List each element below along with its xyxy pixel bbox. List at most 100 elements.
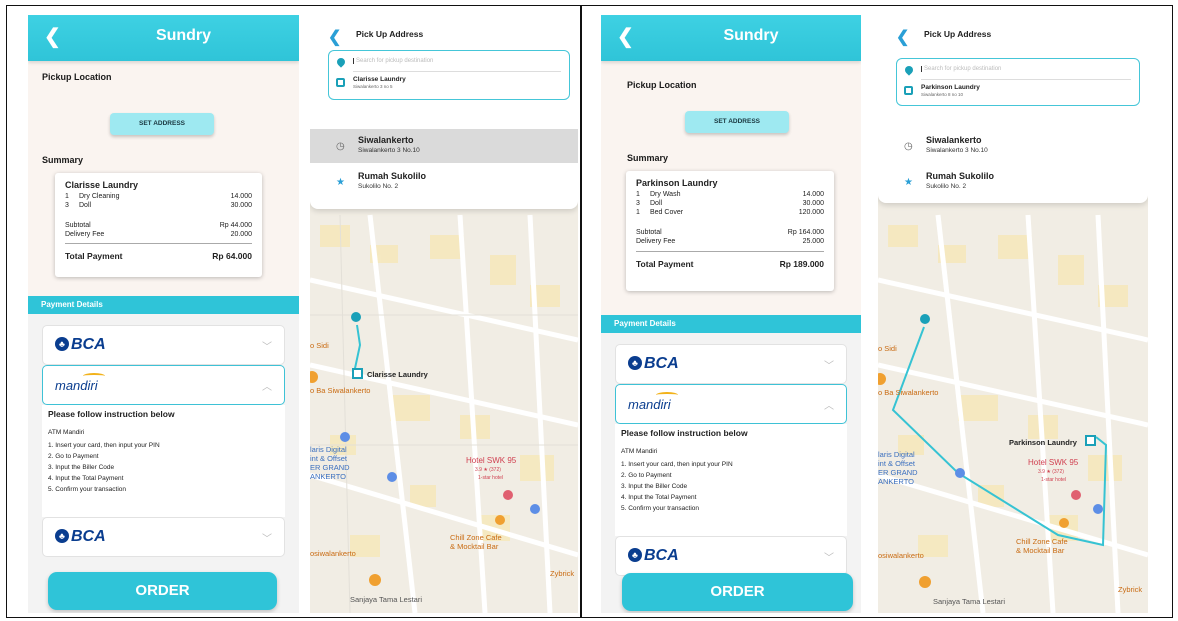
- suggestion-name: Siwalankerto: [358, 135, 414, 145]
- suggestion-address: Siwalankerto 3 No.10: [926, 147, 988, 154]
- back-arrow-icon[interactable]: ❮: [328, 27, 341, 47]
- map-label: Sanjaya Tama Lestari: [933, 597, 1005, 606]
- bank-option-mandiri[interactable]: mandiri ︿: [42, 365, 285, 405]
- instruction-step: 2. Go to Payment: [621, 472, 672, 479]
- shop-name: Clarisse Laundry: [65, 180, 139, 190]
- summary-card: Clarisse Laundry 1 Dry Cleaning 14.000 3 Do…: [55, 173, 262, 277]
- bca-logo: ♣ BCA: [628, 547, 679, 565]
- payment-details-bar: Payment Details: [28, 296, 299, 314]
- suggestion-address: Sukolilo No. 2: [926, 183, 967, 190]
- search-box[interactable]: Search for pickup destination Parkinson …: [896, 58, 1140, 106]
- map-label: Zybrick: [550, 569, 575, 578]
- total-payment-row: Total Payment Rp 64.000: [65, 251, 252, 261]
- app-header: ❮ Sundry: [28, 15, 299, 61]
- map-label: o Ba Siwalankerto: [310, 386, 371, 395]
- bca-logo: ♣ BCA: [628, 355, 679, 373]
- set-address-button[interactable]: SET ADDRESS: [110, 113, 214, 135]
- page-title: Pick Up Address: [924, 29, 992, 39]
- figure-divider: [580, 5, 582, 618]
- summary-label: Summary: [627, 153, 669, 163]
- bank-option-mandiri[interactable]: mandiri ︿: [615, 384, 847, 424]
- payment-instructions: Please follow instruction below ATM Mand…: [615, 424, 847, 536]
- instruction-step: 4. Input the Total Payment: [48, 475, 124, 482]
- suggestion-address: Sukolilo No. 2: [358, 183, 399, 190]
- map-label: laris Digital int & Offset ER GRAND ANKE…: [310, 445, 350, 481]
- search-box[interactable]: Search for pickup destination Clarisse L…: [328, 50, 570, 100]
- bank-option-bca[interactable]: ♣ BCA ﹀: [615, 536, 847, 576]
- instruction-step: 5. Confirm your transaction: [621, 505, 700, 512]
- search-input[interactable]: Search for pickup destination: [353, 58, 433, 64]
- instruction-step: 1. Insert your card, then input your PIN: [621, 461, 733, 468]
- bank-option-bca[interactable]: ♣ BCA ﹀: [615, 344, 847, 384]
- instructions-atm: ATM Mandiri: [48, 429, 85, 436]
- instruction-step: 3. Input the Biller Code: [621, 483, 688, 490]
- address-panel: ❮ Pick Up Address Search for pickup dest…: [878, 15, 1148, 203]
- bca-logo: ♣ BCA: [55, 528, 106, 546]
- chevron-down-icon: ﹀: [824, 361, 834, 372]
- back-arrow-icon[interactable]: ❮: [896, 27, 909, 47]
- instructions-heading: Please follow instruction below: [48, 409, 175, 419]
- divider: [65, 243, 252, 244]
- map-label: Hotel SWK 95: [1028, 458, 1079, 467]
- bank-option-bca[interactable]: ♣ BCA ﹀: [42, 517, 285, 557]
- order-item: 3 Doll 30.000: [65, 202, 252, 209]
- map-label: osiwalankerto: [878, 551, 924, 560]
- map-label: 1-star hotel: [1041, 477, 1067, 483]
- pickup-map-screen-1: Clarisse Laundry o Sidi o Ba Siwalankert…: [310, 15, 578, 613]
- mandiri-logo: mandiri: [55, 378, 98, 393]
- map-label: Zybrick: [1118, 585, 1143, 594]
- search-input[interactable]: Search for pickup destination: [921, 66, 1001, 72]
- instructions-atm: ATM Mandiri: [621, 448, 658, 455]
- suggestion-item[interactable]: ◷ Siwalankerto Siwalankerto 3 No.10: [310, 129, 578, 163]
- map-label: o Sidi: [310, 341, 329, 350]
- mandiri-logo: mandiri: [628, 397, 671, 412]
- map-label: Sanjaya Tama Lestari: [350, 595, 422, 604]
- pickup-location-label: Pickup Location: [627, 80, 697, 90]
- destination-icon: [904, 86, 913, 95]
- suggestion-address: Siwalankerto 3 No.10: [358, 147, 420, 154]
- address-panel: ❮ Pick Up Address Search for pickup dest…: [310, 15, 578, 209]
- location-pin-icon: [335, 56, 347, 68]
- divider: [921, 79, 1131, 80]
- map-marker-label: Parkinson Laundry: [1009, 438, 1077, 447]
- star-icon: ★: [904, 177, 913, 188]
- delivery-fee-row: Delivery Fee 25.000: [636, 238, 824, 245]
- bank-option-bca[interactable]: ♣ BCA ﹀: [42, 325, 285, 365]
- shop-name: Parkinson Laundry: [636, 178, 718, 188]
- payment-panel: ♣ BCA ﹀ mandiri ︿ Please follow instructi…: [601, 333, 861, 613]
- map-label: osiwalankerto: [310, 549, 356, 558]
- bca-logo: ♣ BCA: [55, 336, 106, 354]
- clock-icon: ◷: [904, 141, 913, 152]
- checkout-screen-2: ❮ Sundry Pickup Location SET ADDRESS Sum…: [601, 15, 861, 613]
- map-label: 1-star hotel: [478, 475, 504, 481]
- header-title: Sundry: [155, 27, 212, 44]
- set-address-button[interactable]: SET ADDRESS: [685, 111, 789, 133]
- order-item: 1 Bed Cover 120.000: [636, 209, 824, 216]
- map-label: laris Digital int & Offset ER GRAND ANKE…: [878, 450, 918, 486]
- page-title: Pick Up Address: [356, 29, 424, 39]
- instruction-step: 3. Input the Biller Code: [48, 464, 115, 471]
- order-button[interactable]: ORDER: [622, 573, 853, 611]
- checkout-screen-1: ❮ Sundry Pickup Location SET ADDRESS Sum…: [28, 15, 299, 613]
- destination-icon: [336, 78, 345, 87]
- pickup-location-label: Pickup Location: [42, 72, 112, 82]
- chevron-down-icon: ﹀: [262, 534, 272, 545]
- instruction-step: 1. Insert your card, then input your PIN: [48, 442, 160, 449]
- subtotal-row: Subtotal Rp 164.000: [636, 229, 824, 236]
- map-label: 3.9 ★ (372): [1038, 469, 1064, 475]
- divider: [636, 251, 824, 252]
- chevron-down-icon: ﹀: [262, 342, 272, 353]
- order-button[interactable]: ORDER: [48, 572, 277, 610]
- map-label: 3.9 ★ (372): [475, 467, 501, 473]
- app-header: ❮ Sundry: [601, 15, 861, 61]
- chevron-down-icon: ﹀: [824, 553, 834, 564]
- instruction-step: 5. Confirm your transaction: [48, 486, 127, 493]
- suggestion-item[interactable]: ◷ Siwalankerto Siwalankerto 3 No.10: [878, 129, 1148, 163]
- suggestion-item[interactable]: ★ Rumah Sukolilo Sukolilo No. 2: [310, 165, 578, 199]
- suggestion-item[interactable]: ★ Rumah Sukolilo Sukolilo No. 2: [878, 165, 1148, 199]
- chevron-up-icon: ︿: [824, 401, 834, 412]
- instruction-step: 2. Go to Payment: [48, 453, 99, 460]
- map-label: o Sidi: [878, 344, 897, 353]
- summary-card: Parkinson Laundry 1 Dry Wash 14.000 3 Doll 3…: [626, 171, 834, 291]
- selected-location-address: Siwalankerto 3 no 5: [353, 84, 393, 89]
